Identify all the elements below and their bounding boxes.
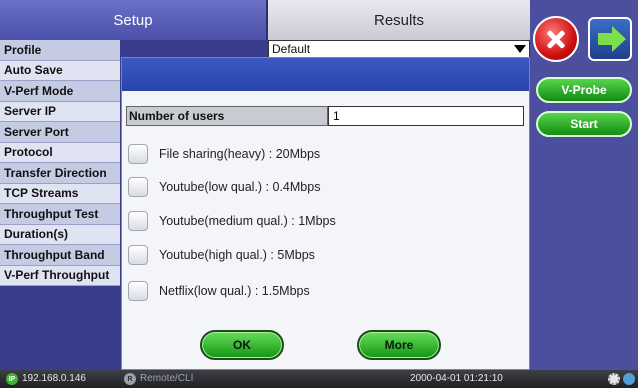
checkbox[interactable] xyxy=(128,281,148,301)
more-button[interactable]: More xyxy=(357,330,441,360)
remote-icon: R xyxy=(124,373,136,385)
list-item-throughput-band[interactable]: Throughput Band xyxy=(0,245,120,266)
option-label: Netflix(low qual.) : 1.5Mbps xyxy=(159,284,310,298)
list-item-label: Server Port xyxy=(4,124,69,139)
ok-button[interactable]: OK xyxy=(200,330,284,360)
option-netflix-low[interactable]: Netflix(low qual.) : 1.5Mbps xyxy=(128,280,310,302)
list-item-tcp-streams[interactable]: TCP Streams xyxy=(0,183,120,204)
checkbox[interactable] xyxy=(128,144,148,164)
network-ip-icon: IP xyxy=(6,373,18,385)
profile-select[interactable]: Default xyxy=(268,40,530,58)
status-bar: IP 192.168.0.146 R Remote/CLI 2000-04-01… xyxy=(0,370,638,388)
start-button-label: Start xyxy=(570,117,598,131)
list-item-transfer-direction[interactable]: Transfer Direction xyxy=(0,163,120,184)
list-item-label: Transfer Direction xyxy=(4,165,107,180)
tab-results[interactable]: Results xyxy=(268,0,530,40)
number-of-users-label: Number of users xyxy=(126,106,328,126)
more-button-label: More xyxy=(384,338,414,352)
checkbox[interactable] xyxy=(128,245,148,265)
profile-select-value: Default xyxy=(272,42,311,56)
number-of-users-input[interactable]: 1 xyxy=(328,106,524,126)
list-item-label: Protocol xyxy=(4,145,53,160)
chevron-down-icon xyxy=(514,45,526,53)
list-item-auto-save[interactable]: Auto Save xyxy=(0,60,120,81)
list-item-label: Duration(s) xyxy=(4,227,68,242)
dialog-title-bar xyxy=(122,58,529,91)
number-of-users-row: Number of users 1 xyxy=(126,106,524,126)
traffic-profile-dialog: Number of users 1 File sharing(heavy) : … xyxy=(121,57,530,370)
setup-parameter-list: Profile Auto Save V-Perf Mode Server IP … xyxy=(0,40,120,286)
list-item-label: TCP Streams xyxy=(4,186,79,201)
tab-setup[interactable]: Setup xyxy=(0,0,268,40)
tab-setup-label: Setup xyxy=(113,11,153,29)
option-youtube-medium[interactable]: Youtube(medium qual.) : 1Mbps xyxy=(128,210,336,232)
list-item-profile[interactable]: Profile xyxy=(0,40,120,61)
remote-status: Remote/CLI xyxy=(140,373,194,384)
list-item-protocol[interactable]: Protocol xyxy=(0,142,120,163)
vprobe-button-label: V-Probe xyxy=(561,83,607,97)
datetime: 2000-04-01 01:21:10 xyxy=(410,373,503,384)
arrow-shaft xyxy=(598,33,612,45)
tab-results-label: Results xyxy=(373,11,425,29)
start-button[interactable]: Start xyxy=(536,111,632,137)
list-item-label: Server IP xyxy=(4,104,57,119)
list-item-label: Profile xyxy=(4,42,42,57)
list-item-vperf-throughput[interactable]: V-Perf Throughput xyxy=(0,265,120,286)
list-item-duration[interactable]: Duration(s) xyxy=(0,224,120,245)
list-item-vperf-mode[interactable]: V-Perf Mode xyxy=(0,81,120,102)
gear-icon[interactable] xyxy=(608,373,620,385)
list-item-server-ip[interactable]: Server IP xyxy=(0,101,120,122)
list-item-label: Throughput Test xyxy=(4,206,99,221)
list-item-label: V-Perf Throughput xyxy=(4,268,110,283)
close-icon[interactable] xyxy=(533,16,579,62)
checkbox[interactable] xyxy=(128,177,148,197)
option-youtube-low[interactable]: Youtube(low qual.) : 0.4Mbps xyxy=(128,176,320,198)
checkbox[interactable] xyxy=(128,211,148,231)
list-item-label: V-Perf Mode xyxy=(4,83,74,98)
option-youtube-high[interactable]: Youtube(high qual.) : 5Mbps xyxy=(128,244,315,266)
option-label: Youtube(low qual.) : 0.4Mbps xyxy=(159,180,321,194)
option-label: Youtube(high qual.) : 5Mbps xyxy=(159,248,315,262)
globe-icon[interactable] xyxy=(623,373,635,385)
arrow-right-icon[interactable] xyxy=(588,17,632,61)
option-file-sharing[interactable]: File sharing(heavy) : 20Mbps xyxy=(128,143,320,165)
list-item-throughput-test[interactable]: Throughput Test xyxy=(0,204,120,225)
list-item-label: Auto Save xyxy=(4,63,63,78)
list-item-label: Throughput Band xyxy=(4,247,105,262)
option-label: File sharing(heavy) : 20Mbps xyxy=(159,147,321,161)
ip-address: 192.168.0.146 xyxy=(22,373,86,384)
option-label: Youtube(medium qual.) : 1Mbps xyxy=(159,214,336,228)
ok-button-label: OK xyxy=(233,338,251,352)
vprobe-button[interactable]: V-Probe xyxy=(536,77,632,103)
list-item-server-port[interactable]: Server Port xyxy=(0,122,120,143)
arrow-head xyxy=(612,26,626,52)
